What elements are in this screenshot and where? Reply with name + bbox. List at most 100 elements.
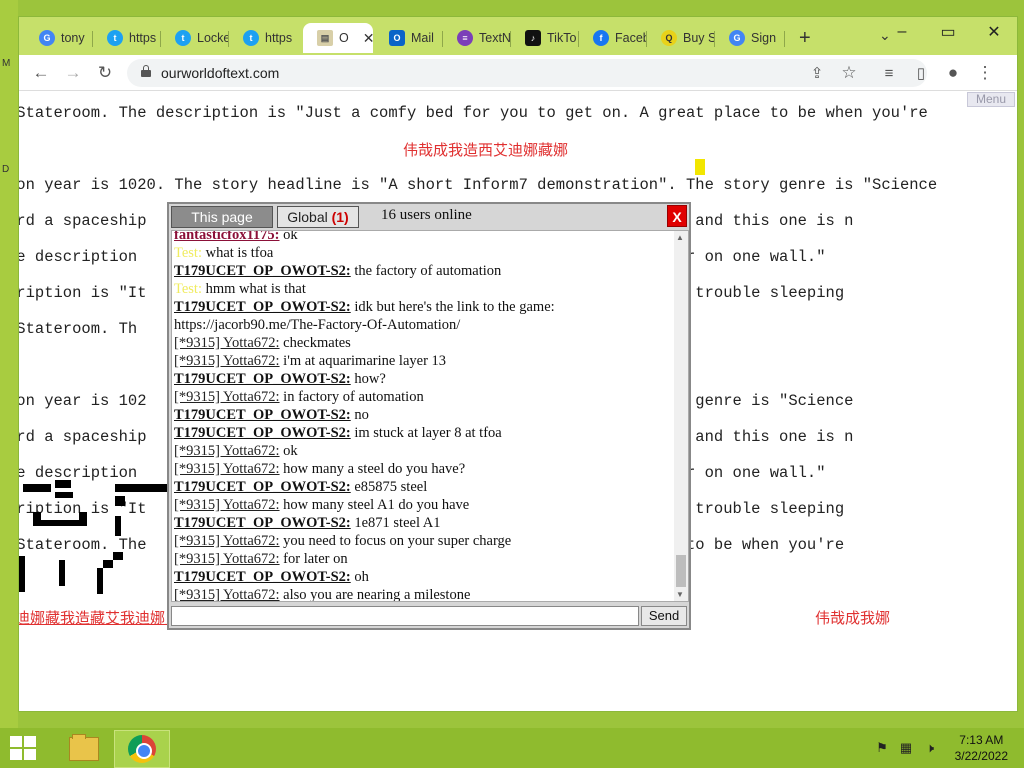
minimize-icon[interactable]: – — [879, 17, 925, 47]
side-panel-icon[interactable]: ▯ — [909, 61, 933, 85]
chat-nickname[interactable]: [*9315] Yotta672: — [174, 389, 280, 405]
windows-start-icon[interactable] — [10, 736, 38, 762]
chat-scrollbar[interactable]: ▲ ▼ — [674, 231, 688, 601]
chat-log[interactable]: fantasticfox1175: ok Test: what is tfoa T1… — [171, 230, 689, 602]
chat-nickname[interactable]: Test: — [174, 245, 202, 261]
desktop-icon-fragment: D — [2, 164, 10, 175]
chat-message-text: hmm what is that — [201, 281, 306, 297]
browser-toolbar: ← → ↻ ourworldoftext.com ⇪ ☆ ≡ ▯ ● ⋮ — [19, 55, 1017, 91]
volume-icon[interactable]: 🕨 — [922, 740, 938, 756]
tab-label: O — [339, 31, 349, 45]
pixel-art — [97, 568, 103, 594]
scroll-down-icon[interactable]: ▼ — [676, 590, 684, 599]
scroll-up-icon[interactable]: ▲ — [676, 233, 684, 242]
chat-message: T179UCET_OP_OWOT-S2: oh — [174, 568, 672, 586]
clock[interactable]: 7:13 AM 3/22/2022 — [955, 732, 1008, 764]
chat-nickname[interactable]: T179UCET_OP_OWOT-S2: — [174, 371, 351, 387]
back-icon[interactable]: ← — [29, 61, 53, 85]
chat-nickname[interactable]: [*9315] Yotta672: — [174, 587, 280, 601]
chat-message: [*9315] Yotta672: also you are nearing a… — [174, 586, 672, 602]
chat-nickname[interactable]: [*9315] Yotta672: — [174, 443, 280, 459]
chat-tab-global-label: Global — [287, 209, 328, 225]
chat-nickname[interactable]: T179UCET_OP_OWOT-S2: — [174, 299, 351, 315]
chat-nickname[interactable]: fantasticfox1175: — [174, 231, 280, 243]
chat-window: This page Global (1) 16 users online X f… — [167, 202, 691, 630]
pixel-art — [59, 560, 65, 586]
browser-tab-active[interactable]: ▤ O ✕ — [303, 23, 373, 53]
chat-message-text: how many a steel do you have? — [279, 461, 466, 477]
browser-tab[interactable]: O Mail — [375, 23, 443, 53]
chat-nickname[interactable]: [*9315] Yotta672: — [174, 353, 280, 369]
pixel-art — [55, 492, 73, 498]
chat-input[interactable] — [171, 606, 639, 626]
chat-nickname[interactable]: T179UCET_OP_OWOT-S2: — [174, 407, 351, 423]
text-cursor — [695, 159, 705, 175]
world-text-line: Stateroom. The description is "Just a co… — [19, 104, 928, 122]
browser-tab[interactable]: Q Buy S — [647, 23, 715, 53]
chat-message-text: checkmates — [279, 335, 351, 351]
chat-message-text: what is tfoa — [201, 245, 274, 261]
chat-message-text: no — [350, 407, 369, 423]
share-icon[interactable]: ⇪ — [805, 61, 829, 85]
chat-message: [*9315] Yotta672: i'm at aquarimarine la… — [174, 352, 672, 370]
window-close-icon[interactable]: ✕ — [971, 17, 1017, 47]
reload-icon[interactable]: ↻ — [93, 61, 117, 85]
pixel-art — [115, 496, 125, 506]
chat-nickname[interactable]: T179UCET_OP_OWOT-S2: — [174, 263, 351, 279]
chat-nickname[interactable]: [*9315] Yotta672: — [174, 551, 280, 567]
flag-icon[interactable]: ⚑ — [874, 740, 890, 756]
menu-button[interactable]: Menu — [967, 92, 1015, 107]
chat-nickname[interactable]: Test: — [174, 281, 202, 297]
maximize-icon[interactable]: ▭ — [925, 17, 971, 47]
browser-tab[interactable]: t https — [229, 23, 301, 53]
tab-label: Mail — [411, 31, 434, 45]
browser-tab[interactable]: ≡ TextN — [443, 23, 511, 53]
taskbar: ⚑ ▦ 🕨 7:13 AM 3/22/2022 — [0, 728, 1024, 768]
bookmark-star-icon[interactable]: ☆ — [837, 61, 861, 85]
browser-tab[interactable]: f Faceb — [579, 23, 647, 53]
chat-message-text: also you are nearing a milestone — [279, 587, 471, 602]
chat-message-text: how many steel A1 do you have — [279, 497, 470, 513]
chat-message: T179UCET_OP_OWOT-S2: im stuck at layer 8… — [174, 424, 672, 442]
browser-tab[interactable]: ♪ TikTo — [511, 23, 579, 53]
chat-nickname[interactable]: [*9315] Yotta672: — [174, 335, 280, 351]
tab-label: Buy S — [683, 31, 715, 45]
close-tab-icon[interactable]: ✕ — [363, 30, 373, 47]
desktop-edge: M D — [0, 0, 18, 728]
pixel-art — [113, 552, 123, 560]
chat-nickname[interactable]: T179UCET_OP_OWOT-S2: — [174, 569, 351, 585]
tab-label: https — [265, 31, 293, 45]
new-tab-icon[interactable]: + — [799, 27, 811, 50]
chat-close-button[interactable]: X — [667, 205, 687, 227]
tiktok-icon: ♪ — [525, 30, 541, 46]
chat-nickname[interactable]: [*9315] Yotta672: — [174, 497, 280, 513]
chat-nickname[interactable]: T179UCET_OP_OWOT-S2: — [174, 479, 351, 495]
kebab-menu-icon[interactable]: ⋮ — [973, 61, 997, 85]
text-world-canvas[interactable]: Menu Stateroom. The description is "Just… — [19, 92, 1017, 711]
outlook-icon: O — [389, 30, 405, 46]
tab-label: TextN — [479, 31, 511, 45]
chat-nickname[interactable]: [*9315] Yotta672: — [174, 533, 280, 549]
forward-icon[interactable]: → — [61, 61, 85, 85]
send-button[interactable]: Send — [641, 606, 687, 626]
chat-tab-global[interactable]: Global (1) — [277, 206, 359, 228]
file-explorer-button[interactable] — [56, 730, 112, 768]
browser-tab[interactable]: t Locke — [161, 23, 229, 53]
reading-list-icon[interactable]: ≡ — [877, 61, 901, 85]
chat-nickname[interactable]: [*9315] Yotta672: — [174, 461, 280, 477]
pixel-art — [115, 516, 121, 536]
network-icon[interactable]: ▦ — [898, 740, 914, 756]
chat-nickname[interactable]: T179UCET_OP_OWOT-S2: — [174, 515, 351, 531]
browser-window: G tony t https t Locke t https ▤ O ✕ O M… — [18, 16, 1018, 712]
chat-tab-this-page[interactable]: This page — [171, 206, 273, 228]
browser-tab[interactable]: t https — [93, 23, 161, 53]
browser-tab[interactable]: G Sign — [715, 23, 785, 53]
scroll-thumb[interactable] — [676, 555, 686, 587]
chrome-taskbar-button[interactable] — [114, 730, 170, 768]
profile-icon[interactable]: ● — [941, 61, 965, 85]
chat-messages: fantasticfox1175: ok Test: what is tfoa T1… — [174, 231, 672, 602]
browser-tab[interactable]: G tony — [25, 23, 93, 53]
chat-nickname[interactable]: T179UCET_OP_OWOT-S2: — [174, 425, 351, 441]
google-icon: G — [729, 30, 745, 46]
chat-message: [*9315] Yotta672: you need to focus on y… — [174, 532, 672, 550]
